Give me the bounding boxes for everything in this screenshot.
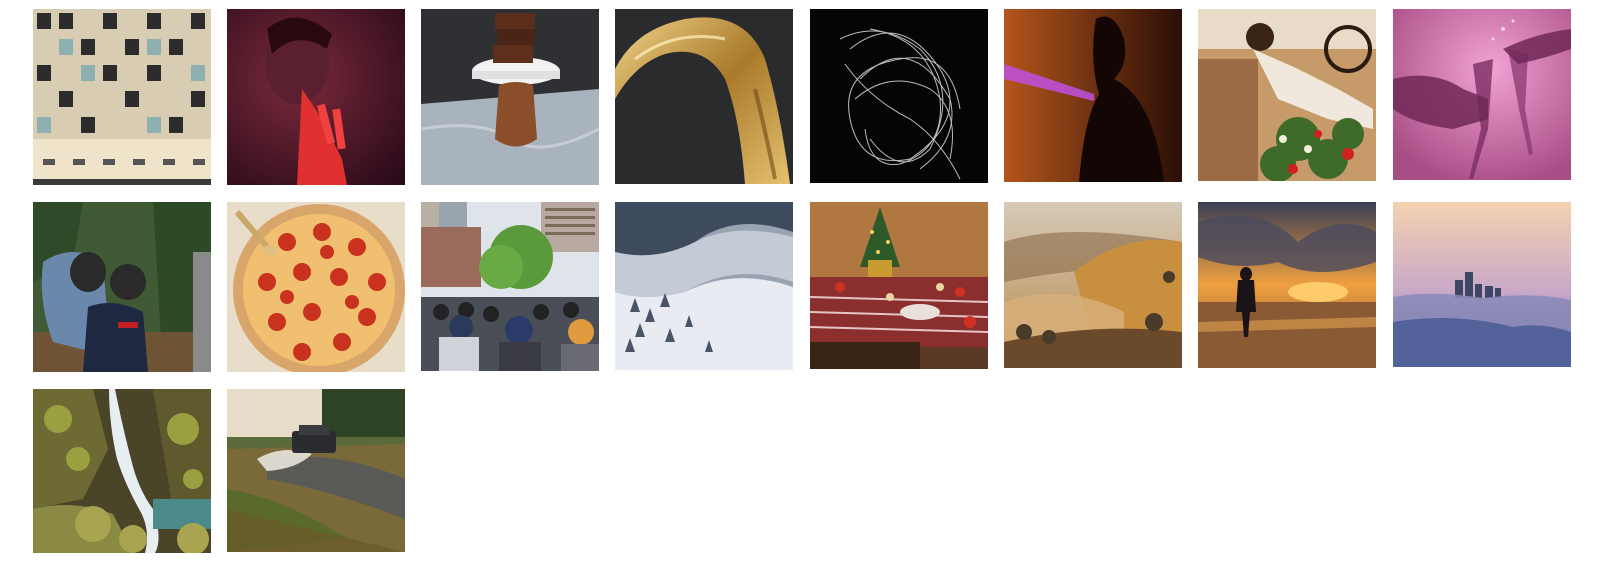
gallery-tile-wire-scribble[interactable] xyxy=(810,9,988,183)
silhouette-beam-image xyxy=(1004,9,1182,182)
gallery-tile-misty-sunrise-hills[interactable] xyxy=(1004,202,1182,368)
holiday-dinner-table-image xyxy=(810,202,988,369)
gallery-tile-silhouette-beam[interactable] xyxy=(1004,9,1182,182)
woman-red-light-image xyxy=(227,9,405,185)
gallery-tile-street-crowd[interactable] xyxy=(421,202,599,371)
gallery-tile-vintage-car-dust[interactable] xyxy=(227,389,405,552)
city-above-clouds-image xyxy=(1393,202,1571,367)
gallery-tile-wine-glasses-toast[interactable] xyxy=(1393,9,1571,180)
image-gallery-grid xyxy=(0,0,1600,574)
vintage-car-dust-image xyxy=(227,389,405,552)
wire-scribble-image xyxy=(810,9,988,183)
gold-ribbon-image xyxy=(615,9,793,184)
gallery-tile-kids-christmas-trees[interactable] xyxy=(33,202,211,372)
misty-sunrise-hills-image xyxy=(1004,202,1182,368)
gallery-tile-woman-red-light[interactable] xyxy=(227,9,405,185)
beach-sunset-silhouette-image xyxy=(1198,202,1376,368)
gallery-tile-building-facade[interactable] xyxy=(33,9,211,185)
gallery-tile-beach-sunset-silhouette[interactable] xyxy=(1198,202,1376,368)
wine-glasses-toast-image xyxy=(1393,9,1571,180)
building-facade-image xyxy=(33,9,211,185)
gallery-tile-gold-ribbon[interactable] xyxy=(615,9,793,184)
gallery-tile-holiday-dinner-table[interactable] xyxy=(810,202,988,369)
gallery-tile-city-above-clouds[interactable] xyxy=(1393,202,1571,367)
gallery-tile-mossy-waterfall[interactable] xyxy=(33,389,211,553)
pepperoni-pizza-image xyxy=(227,202,405,372)
snowy-mountain-valley-image xyxy=(615,202,793,370)
gallery-tile-snowy-mountain-valley[interactable] xyxy=(615,202,793,370)
kids-christmas-trees-image xyxy=(33,202,211,372)
gallery-tile-pepperoni-pizza[interactable] xyxy=(227,202,405,372)
gallery-tile-woman-in-car-flowers[interactable] xyxy=(1198,9,1376,181)
gallery-tile-brownies-on-stand[interactable] xyxy=(421,9,599,185)
mossy-waterfall-image xyxy=(33,389,211,553)
street-crowd-image xyxy=(421,202,599,371)
brownies-on-stand-image xyxy=(421,9,599,185)
woman-in-car-flowers-image xyxy=(1198,9,1376,181)
